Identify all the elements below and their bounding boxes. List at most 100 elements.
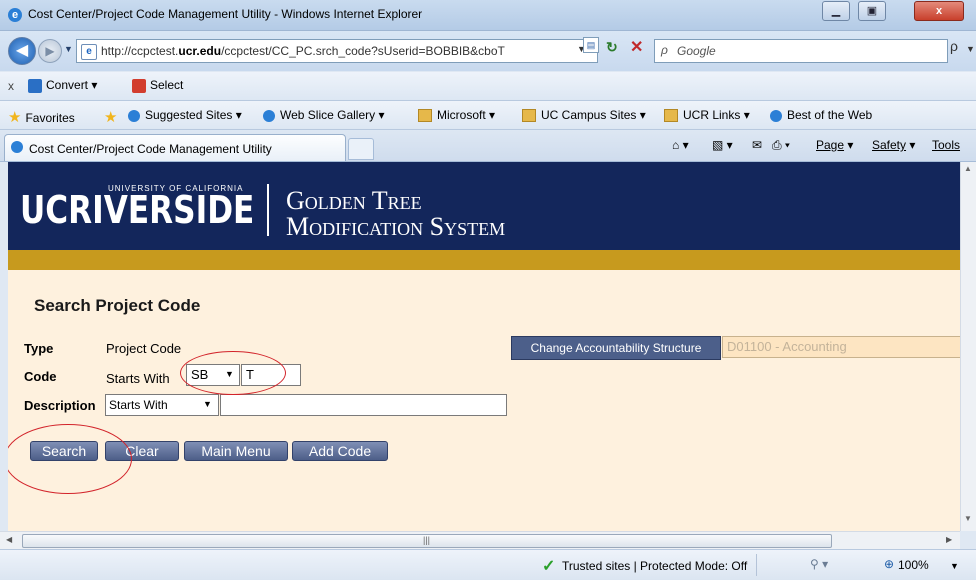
window-titlebar: e Cost Center/Project Code Management Ut… — [0, 0, 976, 31]
convert-icon — [28, 78, 42, 93]
scroll-down-icon[interactable]: ▼ — [964, 514, 972, 523]
favorites-button[interactable]: ★ Favorites — [8, 108, 75, 126]
annotation-circle-code — [180, 351, 286, 395]
code-mode-label: Starts With — [106, 371, 170, 386]
back-arrow-icon[interactable]: ◀ — [8, 37, 36, 65]
close-window-button[interactable]: x — [914, 1, 964, 21]
convert-button[interactable]: Convert ▾ — [28, 78, 97, 93]
select-button[interactable]: Select — [132, 78, 183, 93]
grip-icon: ||| — [423, 535, 431, 545]
type-value: Project Code — [106, 341, 182, 356]
print-icon[interactable]: ⎙ ▾ — [772, 138, 790, 153]
favorites-label: Favorites — [25, 111, 75, 125]
mail-icon[interactable]: ✉ — [752, 138, 762, 152]
url-prefix: http://ccpctest. — [101, 44, 179, 58]
folder-icon — [418, 109, 432, 123]
folder-icon — [664, 109, 678, 123]
tab-current-page[interactable]: Cost Center/Project Code Management Util… — [4, 134, 346, 161]
checkmark-icon: ✓ — [542, 558, 556, 575]
chevron-down-icon: ▼ — [203, 399, 212, 409]
ie-page-icon — [770, 109, 782, 122]
annotation-circle-search — [8, 424, 132, 494]
scroll-right-icon[interactable]: ▶ — [946, 535, 952, 544]
favorite-item-uc-campus-sites[interactable]: UC Campus Sites ▾ — [522, 108, 646, 123]
vertical-scrollbar[interactable]: ▲ ▼ — [960, 162, 976, 531]
site-banner: UCRIVERSIDE UNIVERSITY OF CALIFORNIA Gol… — [8, 162, 960, 250]
search-placeholder: Google — [677, 44, 716, 58]
zoom-dropdown-icon[interactable]: ▼ — [950, 561, 959, 571]
logo-subtitle: UNIVERSITY OF CALIFORNIA — [108, 184, 244, 193]
security-zone-text: Trusted sites | Protected Mode: Off — [562, 559, 748, 573]
system-title-line-2: Modification System — [286, 212, 506, 241]
convert-label: Convert — [46, 78, 89, 92]
compatibility-view-icon[interactable]: ▤ — [583, 37, 599, 53]
code-label: Code — [24, 369, 57, 384]
ucr-logo: UCRIVERSIDE — [20, 188, 255, 232]
add-favorite-icon[interactable]: ★ — [104, 108, 121, 126]
minimize-button[interactable]: ▁ — [822, 1, 850, 21]
favorite-item-ucr-links[interactable]: UCR Links ▾ — [664, 108, 750, 123]
window-title: Cost Center/Project Code Management Util… — [28, 7, 423, 21]
url-domain: ucr.edu — [178, 44, 222, 58]
search-input[interactable]: ρ Google — [654, 39, 948, 63]
add-code-button[interactable]: Add Code — [292, 441, 388, 461]
address-url[interactable]: http://ccpctest.ucr.edu/ccpctest/CC_PC.s… — [101, 44, 505, 58]
refresh-icon[interactable]: ↻ — [606, 39, 618, 56]
page-content: UCRIVERSIDE UNIVERSITY OF CALIFORNIA Gol… — [8, 162, 960, 531]
scroll-thumb[interactable]: ||| — [22, 534, 832, 548]
address-toolbar: ◀ ▶ ▼ e http://ccpctest.ucr.edu/ccpctest… — [0, 31, 976, 71]
status-divider — [756, 554, 757, 576]
status-bar: ✓ Trusted sites | Protected Mode: Off ⚲ … — [0, 549, 976, 580]
safety-menu[interactable]: Safety ▾ — [872, 138, 915, 152]
search-icon[interactable]: ρ — [950, 38, 958, 54]
search-options-icon[interactable]: ▼ — [966, 44, 975, 54]
select-icon — [132, 78, 146, 93]
description-mode-value: Starts With — [109, 398, 168, 412]
history-dropdown-icon[interactable]: ▼ — [64, 44, 73, 54]
favorite-item-best-of-the-web[interactable]: Best of the Web — [770, 108, 872, 122]
ie-page-icon — [263, 109, 275, 122]
ie-page-icon — [128, 109, 140, 122]
zoom-icon[interactable]: ⊕ — [884, 557, 894, 571]
page-title: Search Project Code — [34, 296, 201, 315]
logo-divider — [267, 184, 269, 236]
ie-logo-icon: e — [8, 8, 22, 22]
favorite-item-web-slice-gallery[interactable]: Web Slice Gallery ▾ — [263, 108, 385, 122]
description-mode-select[interactable]: Starts With ▼ — [105, 394, 219, 416]
horizontal-scrollbar[interactable]: ◀ ||| ▶ — [0, 531, 960, 549]
favorite-item-suggested-sites[interactable]: Suggested Sites ▾ — [128, 108, 242, 122]
favorites-bar: ★ Favorites ★ Suggested Sites ▾ Web Slice… — [0, 101, 976, 130]
page-icon: e — [81, 44, 97, 60]
scroll-left-icon[interactable]: ◀ — [6, 535, 12, 544]
new-tab-button[interactable] — [348, 138, 374, 160]
description-label: Description — [24, 398, 96, 413]
home-icon[interactable]: ⌂ ▾ — [672, 138, 689, 152]
zoom-level[interactable]: 100% — [898, 558, 929, 572]
select-label: Select — [150, 78, 184, 92]
tab-bar: Cost Center/Project Code Management Util… — [0, 130, 976, 162]
description-input[interactable] — [220, 394, 507, 416]
url-path: /ccpctest/CC_PC.srch_code?sUserid=BOBBIB… — [221, 44, 505, 58]
scroll-up-icon[interactable]: ▲ — [964, 164, 972, 173]
tab-label: Cost Center/Project Code Management Util… — [29, 142, 272, 156]
zone-settings-icon[interactable]: ⚲ ▾ — [810, 557, 828, 571]
main-menu-button[interactable]: Main Menu — [184, 441, 288, 461]
restore-button[interactable]: ▣ — [858, 1, 886, 21]
star-icon: ★ — [8, 109, 22, 126]
type-label: Type — [24, 341, 54, 356]
stop-icon[interactable]: ✕ — [630, 37, 643, 57]
close-toolbar-icon[interactable]: x — [8, 79, 14, 93]
change-accountability-button[interactable]: Change Accountability Structure — [511, 336, 721, 360]
feeds-icon[interactable]: ▧ ▾ — [712, 138, 733, 152]
search-provider-icon: ρ — [661, 43, 668, 57]
folder-icon — [522, 109, 536, 123]
addon-toolbar: x Convert ▾ Select — [0, 72, 976, 101]
forward-arrow-icon[interactable]: ▶ — [38, 39, 62, 63]
tools-menu[interactable]: Tools — [932, 138, 960, 152]
accountability-field: D01100 - Accounting — [722, 336, 960, 358]
page-menu[interactable]: Page ▾ — [816, 138, 853, 152]
ie-page-icon — [11, 141, 23, 153]
gold-divider-bar — [8, 250, 960, 270]
address-bar[interactable]: e http://ccpctest.ucr.edu/ccpctest/CC_PC… — [76, 39, 598, 63]
favorite-item-microsoft[interactable]: Microsoft ▾ — [418, 108, 495, 123]
